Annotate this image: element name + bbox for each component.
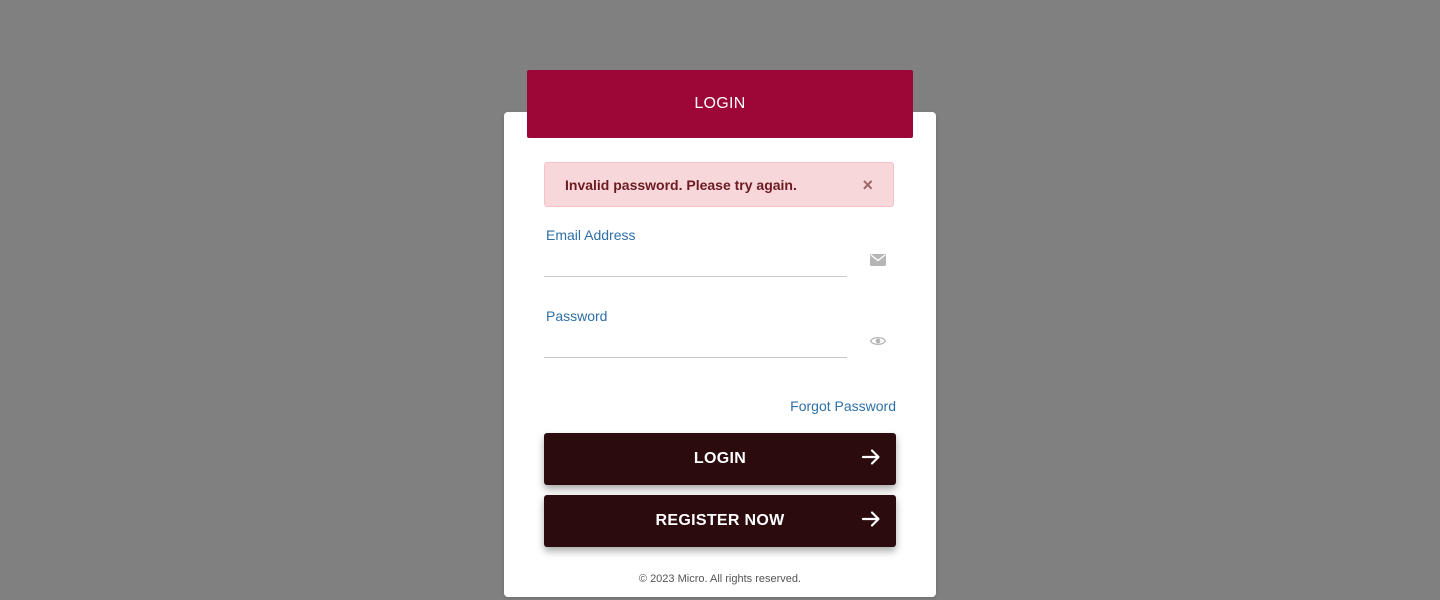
forgot-password-link[interactable]: Forgot Password <box>790 398 896 414</box>
password-label: Password <box>546 308 608 324</box>
email-field-group: Email Address <box>544 227 896 277</box>
login-card: Invalid password. Please try again. × Em… <box>504 112 936 597</box>
register-now-button[interactable]: REGISTER NOW <box>544 495 896 547</box>
eye-icon[interactable] <box>870 334 886 348</box>
login-button[interactable]: LOGIN <box>544 433 896 485</box>
copyright-footer: © 2023 Micro. All rights reserved. <box>638 573 802 585</box>
login-header: LOGIN <box>527 70 913 138</box>
close-icon[interactable]: × <box>862 176 873 194</box>
error-alert: Invalid password. Please try again. × <box>544 162 894 207</box>
email-label: Email Address <box>546 227 636 243</box>
password-field[interactable] <box>544 328 847 358</box>
envelope-icon <box>870 253 886 267</box>
password-field-group: Password <box>544 308 896 358</box>
arrow-right-icon <box>861 447 881 467</box>
login-header-title: LOGIN <box>694 95 746 112</box>
arrow-right-icon <box>861 509 881 529</box>
login-page: LOGIN Invalid password. Please try again… <box>0 0 1440 600</box>
register-now-button-label: REGISTER NOW <box>655 512 785 529</box>
email-field[interactable] <box>544 247 847 277</box>
login-button-label: LOGIN <box>693 450 747 467</box>
error-alert-message: Invalid password. Please try again. <box>565 176 797 193</box>
